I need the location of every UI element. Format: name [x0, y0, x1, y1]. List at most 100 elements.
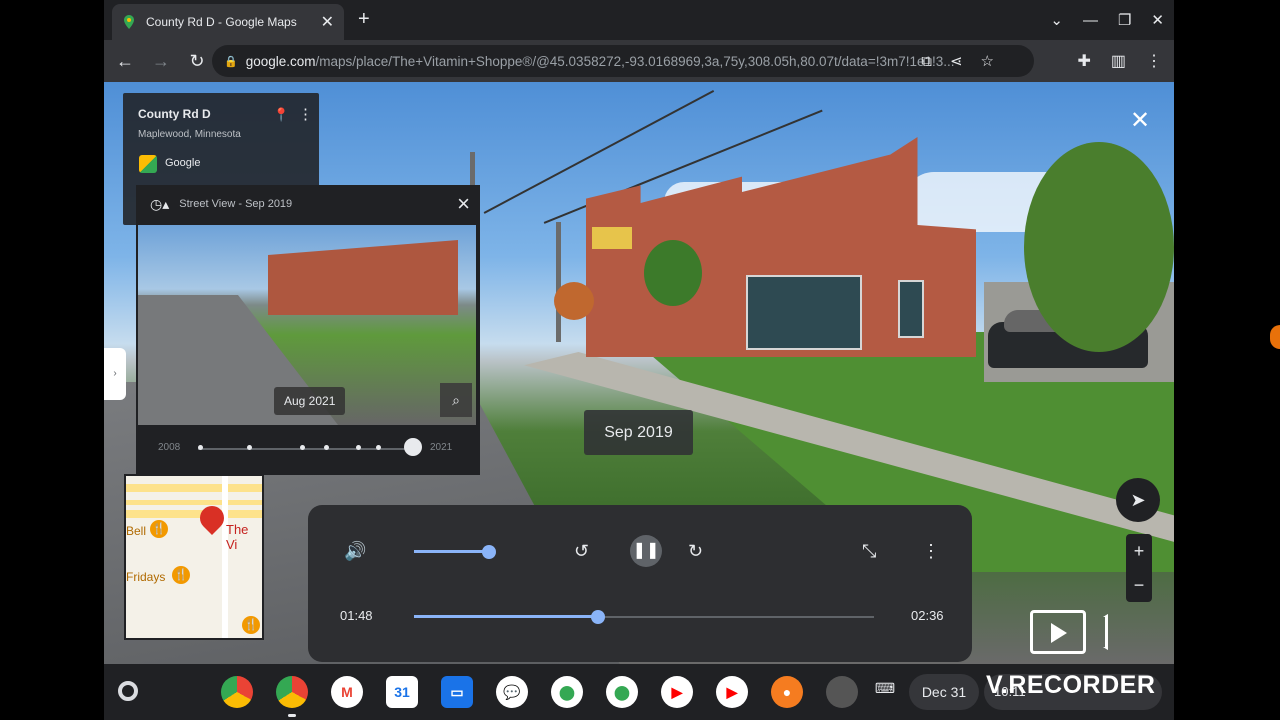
tab-search-icon[interactable]: ⌄	[1050, 11, 1063, 29]
map-road	[222, 476, 228, 638]
time-travel-close-icon[interactable]: ×	[457, 191, 470, 217]
restaurant-icon[interactable]: 🍴	[150, 520, 168, 538]
slider-thumb[interactable]	[404, 438, 422, 456]
toolbar-right: ✚ ▥ ⋮	[1077, 40, 1162, 82]
address-bar[interactable]: 🔒 google.com /maps/place/The+Vitamin+Sho…	[212, 45, 1034, 77]
store-sign	[592, 227, 632, 249]
minimap[interactable]: Bell 🍴 Fridays 🍴 🍴 The Vi	[124, 474, 264, 640]
map-label-bell: Bell	[126, 524, 147, 538]
slider-stop[interactable]	[356, 445, 361, 450]
profile-avatar[interactable]	[826, 676, 858, 708]
history-clock-icon[interactable]: ◷▴	[150, 196, 169, 213]
collapse-side-panel-button[interactable]: ›	[104, 348, 126, 400]
tab-title: County Rd D - Google Maps	[146, 15, 297, 29]
reload-icon[interactable]: ↻	[182, 51, 212, 72]
restore-icon[interactable]: ❐	[1118, 11, 1131, 29]
historic-date-label: Aug 2021	[274, 387, 346, 415]
compass-icon[interactable]: ➤	[1116, 478, 1160, 522]
keyboard-icon[interactable]: ⌨	[874, 680, 896, 702]
window-close-icon[interactable]: ✕	[1151, 11, 1164, 29]
window-controls: ⌄ — ❐ ✕	[1050, 0, 1174, 40]
seek-thumb[interactable]	[591, 610, 605, 624]
pause-button[interactable]: ❚❚	[630, 535, 662, 567]
storefront-window	[746, 275, 862, 350]
volume-slider[interactable]	[414, 550, 488, 553]
side-panel-icon[interactable]: ▥	[1111, 51, 1126, 71]
recorder-camera-icon	[1030, 610, 1086, 654]
volume-icon[interactable]: 🔊	[344, 541, 366, 562]
historic-building	[268, 240, 458, 315]
new-tab-button[interactable]: +	[358, 8, 370, 31]
maps-icon-2[interactable]: ⬤	[606, 676, 638, 708]
tree	[554, 282, 594, 320]
maps-icon[interactable]: ⬤	[551, 676, 583, 708]
map-label-fridays: Fridays	[126, 570, 166, 584]
forward-icon[interactable]: →	[146, 51, 176, 72]
rewind-10-icon[interactable]: ↺	[574, 541, 589, 562]
zoom-in-button[interactable]: +	[1126, 534, 1152, 568]
youtube-icon[interactable]: ▶	[661, 676, 693, 708]
gmail-icon[interactable]: M	[331, 676, 363, 708]
slider-stop[interactable]	[324, 445, 329, 450]
minimize-icon[interactable]: —	[1083, 12, 1098, 29]
date-display[interactable]: Dec 31	[909, 674, 979, 710]
slider-stop[interactable]	[376, 445, 381, 450]
tab-google-maps[interactable]: County Rd D - Google Maps ✕	[112, 4, 344, 40]
time-travel-panel: ◷▴ Street View - Sep 2019 × Aug 2021 ⌕ 2…	[136, 185, 480, 475]
street-view-close-icon[interactable]: ✕	[1130, 106, 1150, 135]
tree	[1024, 142, 1174, 352]
url-host: google.com	[245, 53, 316, 69]
chromeos-screen: County Rd D - Google Maps ✕ + ⌄ — ❐ ✕ ← …	[104, 0, 1174, 720]
launcher-icon[interactable]	[118, 681, 138, 701]
restaurant-icon[interactable]: 🍴	[172, 566, 190, 584]
provider-label: Google	[165, 157, 201, 169]
slider-stop[interactable]	[198, 445, 203, 450]
map-road	[126, 510, 262, 518]
forward-10-icon[interactable]: ↻	[688, 541, 703, 562]
youtube-music-icon[interactable]: ▶	[716, 676, 748, 708]
slider-start-year: 2008	[158, 442, 181, 453]
restaurant-icon[interactable]: 🍴	[242, 616, 260, 634]
time-travel-slider[interactable]: 2008 2021	[136, 430, 480, 468]
place-name: County Rd D	[138, 107, 211, 121]
time-travel-header[interactable]: ◷▴ Street View - Sep 2019	[136, 185, 480, 223]
zoom-control: + −	[1126, 534, 1152, 602]
slider-stop[interactable]	[300, 445, 305, 450]
screen-recorder-icon[interactable]: ●	[771, 676, 803, 708]
slider-stop[interactable]	[247, 445, 252, 450]
share-icon[interactable]: ⋖	[950, 52, 963, 70]
recorder-watermark: V.RECORDER	[986, 671, 1156, 699]
slider-end-year: 2021	[430, 442, 453, 453]
url-path: /maps/place/The+Vitamin+Shoppe®/@45.0358…	[315, 53, 955, 69]
bookmark-star-icon[interactable]: ☆	[981, 52, 994, 70]
more-options-icon[interactable]: ⋮	[298, 105, 313, 123]
place-location: Maplewood, Minnesota	[138, 129, 241, 140]
utility-pole	[556, 222, 561, 342]
menu-icon[interactable]: ⋮	[1146, 51, 1162, 71]
omnibox-actions: ⧉ ⋖ ☆	[921, 40, 994, 82]
current-date-badge: Sep 2019	[584, 410, 693, 455]
player-menu-icon[interactable]: ⋮	[922, 541, 940, 562]
exit-fullscreen-icon[interactable]: ⤡	[862, 541, 876, 562]
files-icon[interactable]: ▭	[441, 676, 473, 708]
chrome-beta-icon[interactable]	[221, 676, 253, 708]
messages-icon[interactable]: 💬	[496, 676, 528, 708]
back-icon[interactable]: ←	[110, 51, 140, 72]
zoom-in-icon[interactable]: ⌕	[440, 383, 472, 417]
time-travel-title: Street View - Sep 2019	[179, 198, 293, 210]
volume-thumb[interactable]	[482, 545, 496, 559]
elapsed-time: 01:48	[340, 608, 373, 623]
storefront-window	[898, 280, 924, 338]
tab-close-icon[interactable]: ✕	[321, 12, 334, 32]
open-in-app-icon[interactable]: ⧉	[921, 53, 932, 70]
map-road	[126, 484, 262, 492]
video-player-controls: 🔊 ↺ ❚❚ ↻ ⤡ ⋮ 01:48 02:36	[308, 505, 972, 662]
calendar-icon[interactable]: 31	[386, 676, 418, 708]
location-pin-icon[interactable]: 📍	[273, 107, 289, 123]
extensions-icon[interactable]: ✚	[1077, 51, 1090, 71]
browser-toolbar: ← → ↻ 🔒 google.com /maps/place/The+Vitam…	[104, 40, 1174, 82]
maps-pin-icon	[124, 15, 134, 29]
zoom-out-button[interactable]: −	[1126, 568, 1152, 602]
chrome-icon[interactable]	[276, 676, 308, 717]
edge-notification-indicator	[1270, 325, 1280, 349]
